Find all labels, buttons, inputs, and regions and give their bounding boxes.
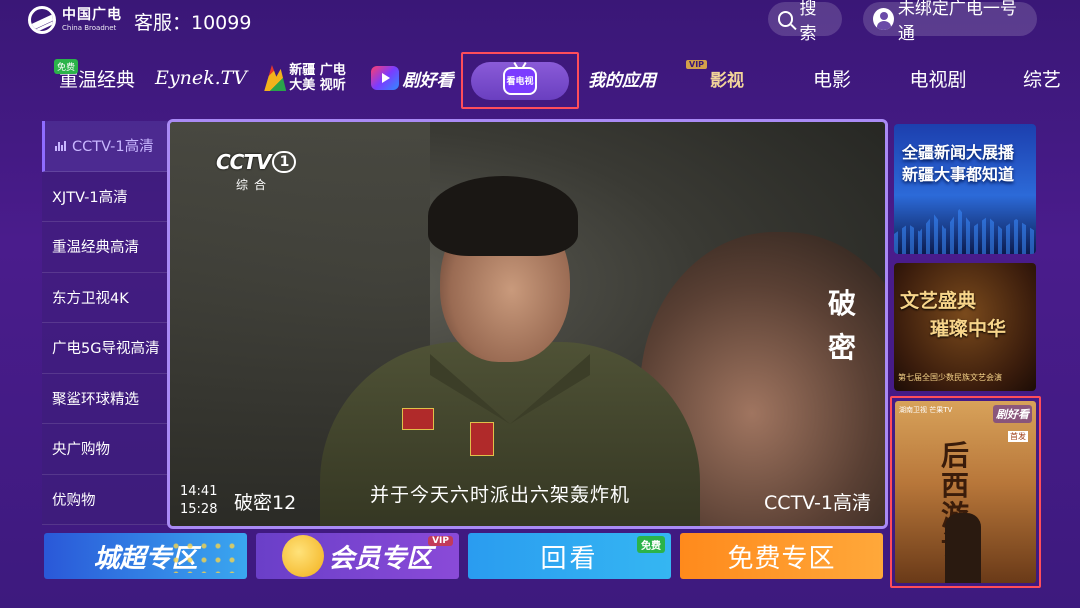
vip-tag: VIP bbox=[686, 60, 708, 69]
search-button[interactable]: 搜索 bbox=[768, 0, 842, 44]
mascot-icon bbox=[282, 535, 325, 577]
nav-classic[interactable]: 免费 重温经典 bbox=[54, 56, 140, 100]
channel-item[interactable]: 东方卫视4K bbox=[42, 272, 170, 323]
channel-item[interactable]: 优购物 bbox=[42, 474, 170, 525]
poster-drama-badge: 首发 bbox=[1008, 431, 1028, 442]
current-channel-label: CCTV-1高清 bbox=[764, 492, 871, 514]
channel-name: CCTV-1高清 bbox=[72, 139, 154, 156]
channel-name: 优购物 bbox=[52, 492, 96, 509]
free-badge: 免费 bbox=[54, 59, 79, 74]
collar-patch bbox=[402, 408, 434, 430]
poster-drama-broadcasters: 湖南卫视 芒果TV bbox=[899, 406, 953, 414]
tile-replay[interactable]: 回看 免费 bbox=[468, 533, 671, 579]
channel-list: CCTV-1高清 XJTV-1高清 重温经典高清 东方卫视4K 广电5G导视高清… bbox=[42, 121, 170, 525]
search-icon bbox=[778, 11, 794, 27]
tile-free-zone[interactable]: 免费专区 bbox=[680, 533, 883, 579]
channel-item[interactable]: 聚鲨环球精选 bbox=[42, 373, 170, 424]
nav-xinjiang-broadcast[interactable]: 新疆 广电 大美 视听 bbox=[262, 56, 348, 100]
playing-icon bbox=[55, 140, 66, 151]
nav-watch-tv-pill: 看电视 bbox=[471, 61, 569, 100]
user-icon bbox=[873, 8, 894, 30]
poster-drama-focused[interactable]: 湖南卫视 芒果TV 剧好看 首发 后西游记 bbox=[890, 396, 1041, 588]
poster-drama-brand: 剧好看 bbox=[993, 405, 1032, 423]
account-label: 未绑定广电一号通 bbox=[897, 0, 1017, 44]
drama-title-watermark: 破密 bbox=[827, 287, 856, 364]
channel-item[interactable]: CCTV-1高清 bbox=[42, 121, 170, 172]
poster-gala-line1: 文艺盛典 bbox=[900, 290, 977, 312]
channel-name: 广电5G导视高清 bbox=[52, 341, 160, 358]
poster-gala-line2: 璀璨中华 bbox=[930, 318, 1007, 340]
program-start-time: 14:41 bbox=[180, 484, 218, 499]
poster-drama-figure bbox=[945, 513, 981, 583]
poster-news-line2: 新疆大事都知道 bbox=[902, 165, 1015, 184]
program-title: 破密12 bbox=[234, 492, 297, 514]
cctv-logo-subtitle: 综合 bbox=[236, 178, 273, 192]
free-badge: 免费 bbox=[637, 536, 665, 553]
nav-juhao-label: 剧好看 bbox=[402, 70, 454, 91]
channel-name: 聚鲨环球精选 bbox=[52, 391, 139, 408]
nav-eynek-tv[interactable]: Eynek.TV bbox=[154, 56, 248, 100]
program-time: 14:41 15:28 bbox=[180, 483, 217, 519]
nav-vip-label: 影视 bbox=[710, 70, 744, 91]
channel-item[interactable]: XJTV-1高清 bbox=[42, 171, 170, 222]
channel-item[interactable]: 央广购物 bbox=[42, 424, 170, 475]
account-button[interactable]: 未绑定广电一号通 bbox=[863, 0, 1037, 44]
broadnet-logo-icon bbox=[28, 6, 56, 34]
poster-news-line1: 全疆新闻大展播 bbox=[902, 143, 1015, 162]
nav-drama[interactable]: 电视剧 bbox=[898, 56, 978, 100]
nav-variety[interactable]: 综艺 bbox=[1010, 56, 1074, 100]
play-icon bbox=[370, 66, 399, 90]
china-broadnet-logo: 中国广电 China Broadnet bbox=[28, 6, 122, 34]
nav-eynek-label: Eynek.TV bbox=[154, 67, 248, 89]
tile-replay-label: 回看 bbox=[540, 543, 599, 574]
nav-vip-movies[interactable]: VIP 影视 bbox=[686, 56, 768, 100]
program-end-time: 15:28 bbox=[180, 502, 218, 517]
live-video-player[interactable]: CCTV 1 综合 破密 14:41 15:28 破密12 并于今天六时派出六架… bbox=[167, 119, 888, 529]
video-figure-hair bbox=[428, 176, 578, 256]
channel-name: 央广购物 bbox=[52, 442, 110, 459]
customer-service-hotline: 客服：10099 bbox=[134, 12, 252, 34]
channel-name: XJTV-1高清 bbox=[52, 189, 128, 206]
logo-en-text: China Broadnet bbox=[62, 24, 117, 32]
channel-name: 重温经典高清 bbox=[52, 240, 139, 257]
team-badges-graphic bbox=[169, 539, 239, 573]
video-subtitle: 并于今天六时派出六架轰炸机 bbox=[370, 484, 631, 506]
poster-xinjiang-news[interactable]: 全疆新闻大展播 新疆大事都知道 bbox=[894, 124, 1036, 254]
channel-item[interactable]: 广电5G导视高清 bbox=[42, 323, 170, 374]
nav-watch-tv[interactable]: 看电视 bbox=[461, 52, 579, 109]
nav-my-apps[interactable]: 我的应用 bbox=[584, 56, 660, 100]
vip-badge: VIP bbox=[428, 536, 453, 546]
nav-xinjiang-line1: 新疆 广电 bbox=[289, 63, 346, 78]
nav-apps-label: 我的应用 bbox=[588, 70, 656, 91]
xinjiang-mountain-icon bbox=[264, 65, 287, 91]
channel-name: 东方卫视4K bbox=[52, 290, 129, 307]
poster-art-gala[interactable]: 文艺盛典 璀璨中华 第七届全国少数民族文艺会演 bbox=[894, 263, 1036, 391]
cctv-channel-logo: CCTV 1 bbox=[216, 150, 297, 174]
cctv-logo-number: 1 bbox=[272, 151, 297, 173]
logo-cn-text: 中国广电 bbox=[62, 7, 122, 23]
tile-city-league[interactable]: 城超专区 bbox=[44, 533, 247, 579]
tile-vip-label: 会员专区 bbox=[328, 543, 433, 574]
city-skyline-graphic bbox=[894, 209, 1036, 254]
nav-juhao[interactable]: 剧好看 bbox=[370, 56, 454, 100]
tv-icon: 看电视 bbox=[503, 66, 537, 95]
tile-free-label: 免费专区 bbox=[727, 543, 836, 574]
nav-xinjiang-line2: 大美 视听 bbox=[289, 78, 346, 93]
nav-movie[interactable]: 电影 bbox=[800, 56, 864, 100]
poster-gala-subtitle: 第七届全国少数民族文艺会演 bbox=[898, 373, 1002, 382]
cctv-logo-text: CCTV bbox=[216, 150, 271, 174]
collar-patch bbox=[470, 422, 494, 456]
tile-vip-zone[interactable]: 会员专区 VIP bbox=[256, 533, 459, 579]
channel-item[interactable]: 重温经典高清 bbox=[42, 222, 170, 273]
poster-drama: 湖南卫视 芒果TV 剧好看 首发 后西游记 bbox=[895, 401, 1036, 583]
search-label: 搜索 bbox=[799, 0, 817, 44]
